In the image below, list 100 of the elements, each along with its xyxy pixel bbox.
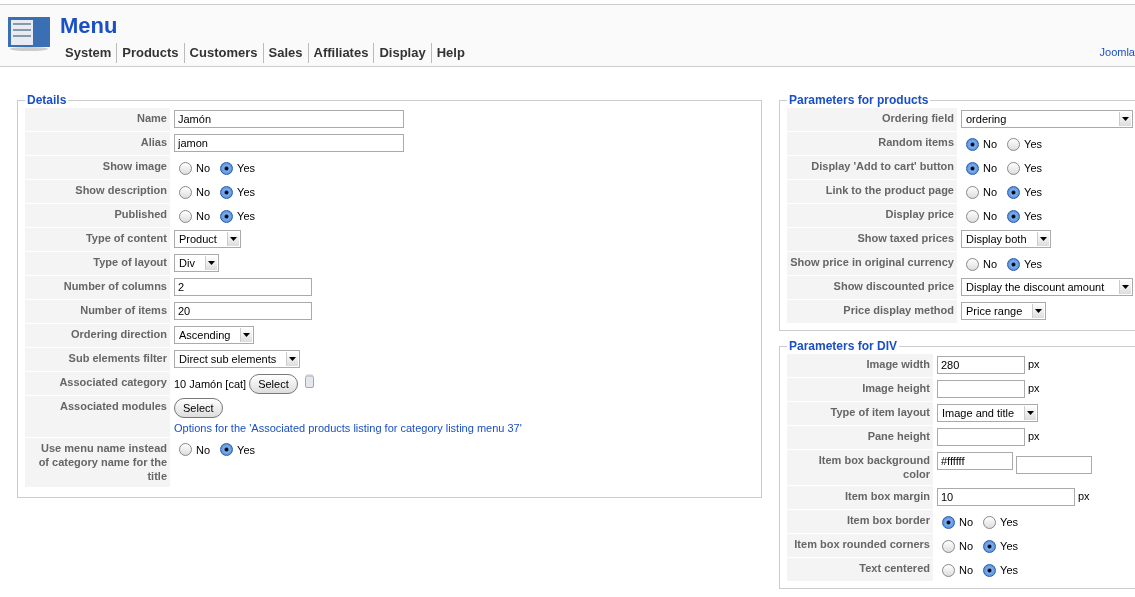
field-label: Number of columns <box>25 276 170 299</box>
nav-link[interactable]: Sales <box>262 43 308 63</box>
radio-button[interactable] <box>179 209 192 223</box>
radio-button[interactable] <box>179 185 192 199</box>
text-field[interactable]: 10 <box>937 488 1075 506</box>
radio-button[interactable] <box>179 443 192 457</box>
radio-label: No <box>196 161 211 176</box>
radio-label: No <box>983 161 998 176</box>
unit-label: px <box>1028 357 1040 372</box>
caret-icon <box>1024 406 1037 420</box>
field-label: Link to the product page <box>787 180 957 203</box>
radio-label: Yes <box>237 185 255 200</box>
field-label: Item box background color <box>787 450 933 485</box>
radio-button[interactable] <box>1007 209 1021 223</box>
radio-button[interactable] <box>966 209 979 223</box>
text-field[interactable]: #ffffff <box>937 452 1013 470</box>
radio-button[interactable] <box>220 161 234 175</box>
radio-button[interactable] <box>942 515 955 529</box>
radio-button[interactable] <box>220 443 234 457</box>
field-label: Name <box>25 108 170 131</box>
radio-label: No <box>983 209 998 224</box>
dropdown[interactable]: Div <box>174 254 219 272</box>
field-label: Show price in original currency <box>787 252 957 275</box>
nav-link[interactable]: Display <box>373 43 431 63</box>
text-field[interactable] <box>937 428 1025 446</box>
radio-label: Yes <box>1024 185 1042 200</box>
radio-button[interactable] <box>1007 137 1021 151</box>
field-label: Random items <box>787 132 957 155</box>
radio-button[interactable] <box>966 161 979 175</box>
radio-button[interactable] <box>983 539 997 553</box>
nav-link[interactable]: Products <box>116 43 184 63</box>
field-label: Type of layout <box>25 252 170 275</box>
field-label: Use menu name instead of category name for the title <box>25 437 170 487</box>
section-legend: Parameters for products <box>787 91 931 109</box>
radio-button[interactable] <box>1007 185 1021 199</box>
unit-label: px <box>1028 429 1040 444</box>
caret-icon <box>1036 232 1049 246</box>
caret-icon <box>1119 112 1131 126</box>
joomla-link[interactable]: Joomla <box>1099 44 1135 61</box>
radio-button[interactable] <box>1007 161 1021 175</box>
nav-link[interactable]: Affiliates <box>307 43 374 63</box>
caret-icon <box>1032 304 1045 318</box>
radio-label: Yes <box>1024 161 1042 176</box>
radio-button[interactable] <box>1007 257 1021 271</box>
field-label: Show discounted price <box>787 276 957 299</box>
nav-link[interactable]: System <box>60 43 117 63</box>
field-label: Published <box>25 204 170 227</box>
radio-label: No <box>959 539 974 554</box>
field-label: Show image <box>25 156 170 179</box>
field-label: Number of items <box>25 300 170 323</box>
radio-button[interactable] <box>966 137 979 151</box>
field-label: Sub elements filter <box>25 348 170 371</box>
radio-button[interactable] <box>220 209 234 223</box>
radio-label: No <box>983 185 998 200</box>
text-field[interactable]: 280 <box>937 356 1025 374</box>
radio-button[interactable] <box>966 185 979 199</box>
select-button[interactable]: Select <box>174 398 223 418</box>
dropdown[interactable]: Ascending <box>174 326 255 344</box>
radio-button[interactable] <box>220 185 234 199</box>
radio-button[interactable] <box>966 257 979 271</box>
text-field[interactable]: 20 <box>174 302 312 320</box>
trash-icon[interactable] <box>304 374 314 388</box>
field-label: Ordering direction <box>25 324 170 347</box>
radio-label: Yes <box>237 209 255 224</box>
field-label: Item box rounded corners <box>787 534 933 557</box>
dropdown[interactable]: Display both <box>961 230 1051 248</box>
text-field[interactable] <box>937 380 1025 398</box>
field-label: Associated modules <box>25 396 170 437</box>
caret-icon <box>240 328 253 342</box>
dropdown[interactable]: Display the discount amount <box>961 278 1133 296</box>
dropdown[interactable]: Product <box>174 230 241 248</box>
dropdown[interactable]: Price range <box>961 302 1047 320</box>
dropdown[interactable]: ordering <box>961 110 1133 128</box>
radio-label: No <box>959 563 974 578</box>
radio-button[interactable] <box>942 563 955 577</box>
radio-button[interactable] <box>942 539 955 553</box>
dropdown[interactable]: Image and title <box>937 404 1039 422</box>
section-legend: Details <box>25 91 69 109</box>
radio-button[interactable] <box>983 563 997 577</box>
text-field[interactable]: 2 <box>174 278 312 296</box>
select-button[interactable]: Select <box>249 374 298 394</box>
radio-button[interactable] <box>983 515 997 529</box>
radio-label: No <box>983 137 998 152</box>
radio-label: Yes <box>1000 563 1018 578</box>
text-field[interactable]: Jamón <box>174 110 404 128</box>
radio-label: Yes <box>1024 257 1042 272</box>
nav-link[interactable]: Customers <box>183 43 263 63</box>
radio-button[interactable] <box>179 161 192 175</box>
radio-label: Yes <box>237 161 255 176</box>
radio-label: Yes <box>1024 209 1042 224</box>
options-link[interactable]: Options for the 'Associated products listing for category listing menu 37' <box>174 420 522 437</box>
field-label: Pane height <box>787 426 933 449</box>
category-value: 10 Jamón [cat] <box>174 376 247 392</box>
field-label: Display price <box>787 204 957 227</box>
dropdown[interactable]: Direct sub elements <box>174 350 301 368</box>
nav-link[interactable]: Help <box>430 43 470 63</box>
text-field[interactable] <box>1016 456 1092 474</box>
radio-label: Yes <box>1024 137 1042 152</box>
text-field[interactable]: jamon <box>174 134 404 152</box>
caret-icon <box>1119 280 1131 294</box>
